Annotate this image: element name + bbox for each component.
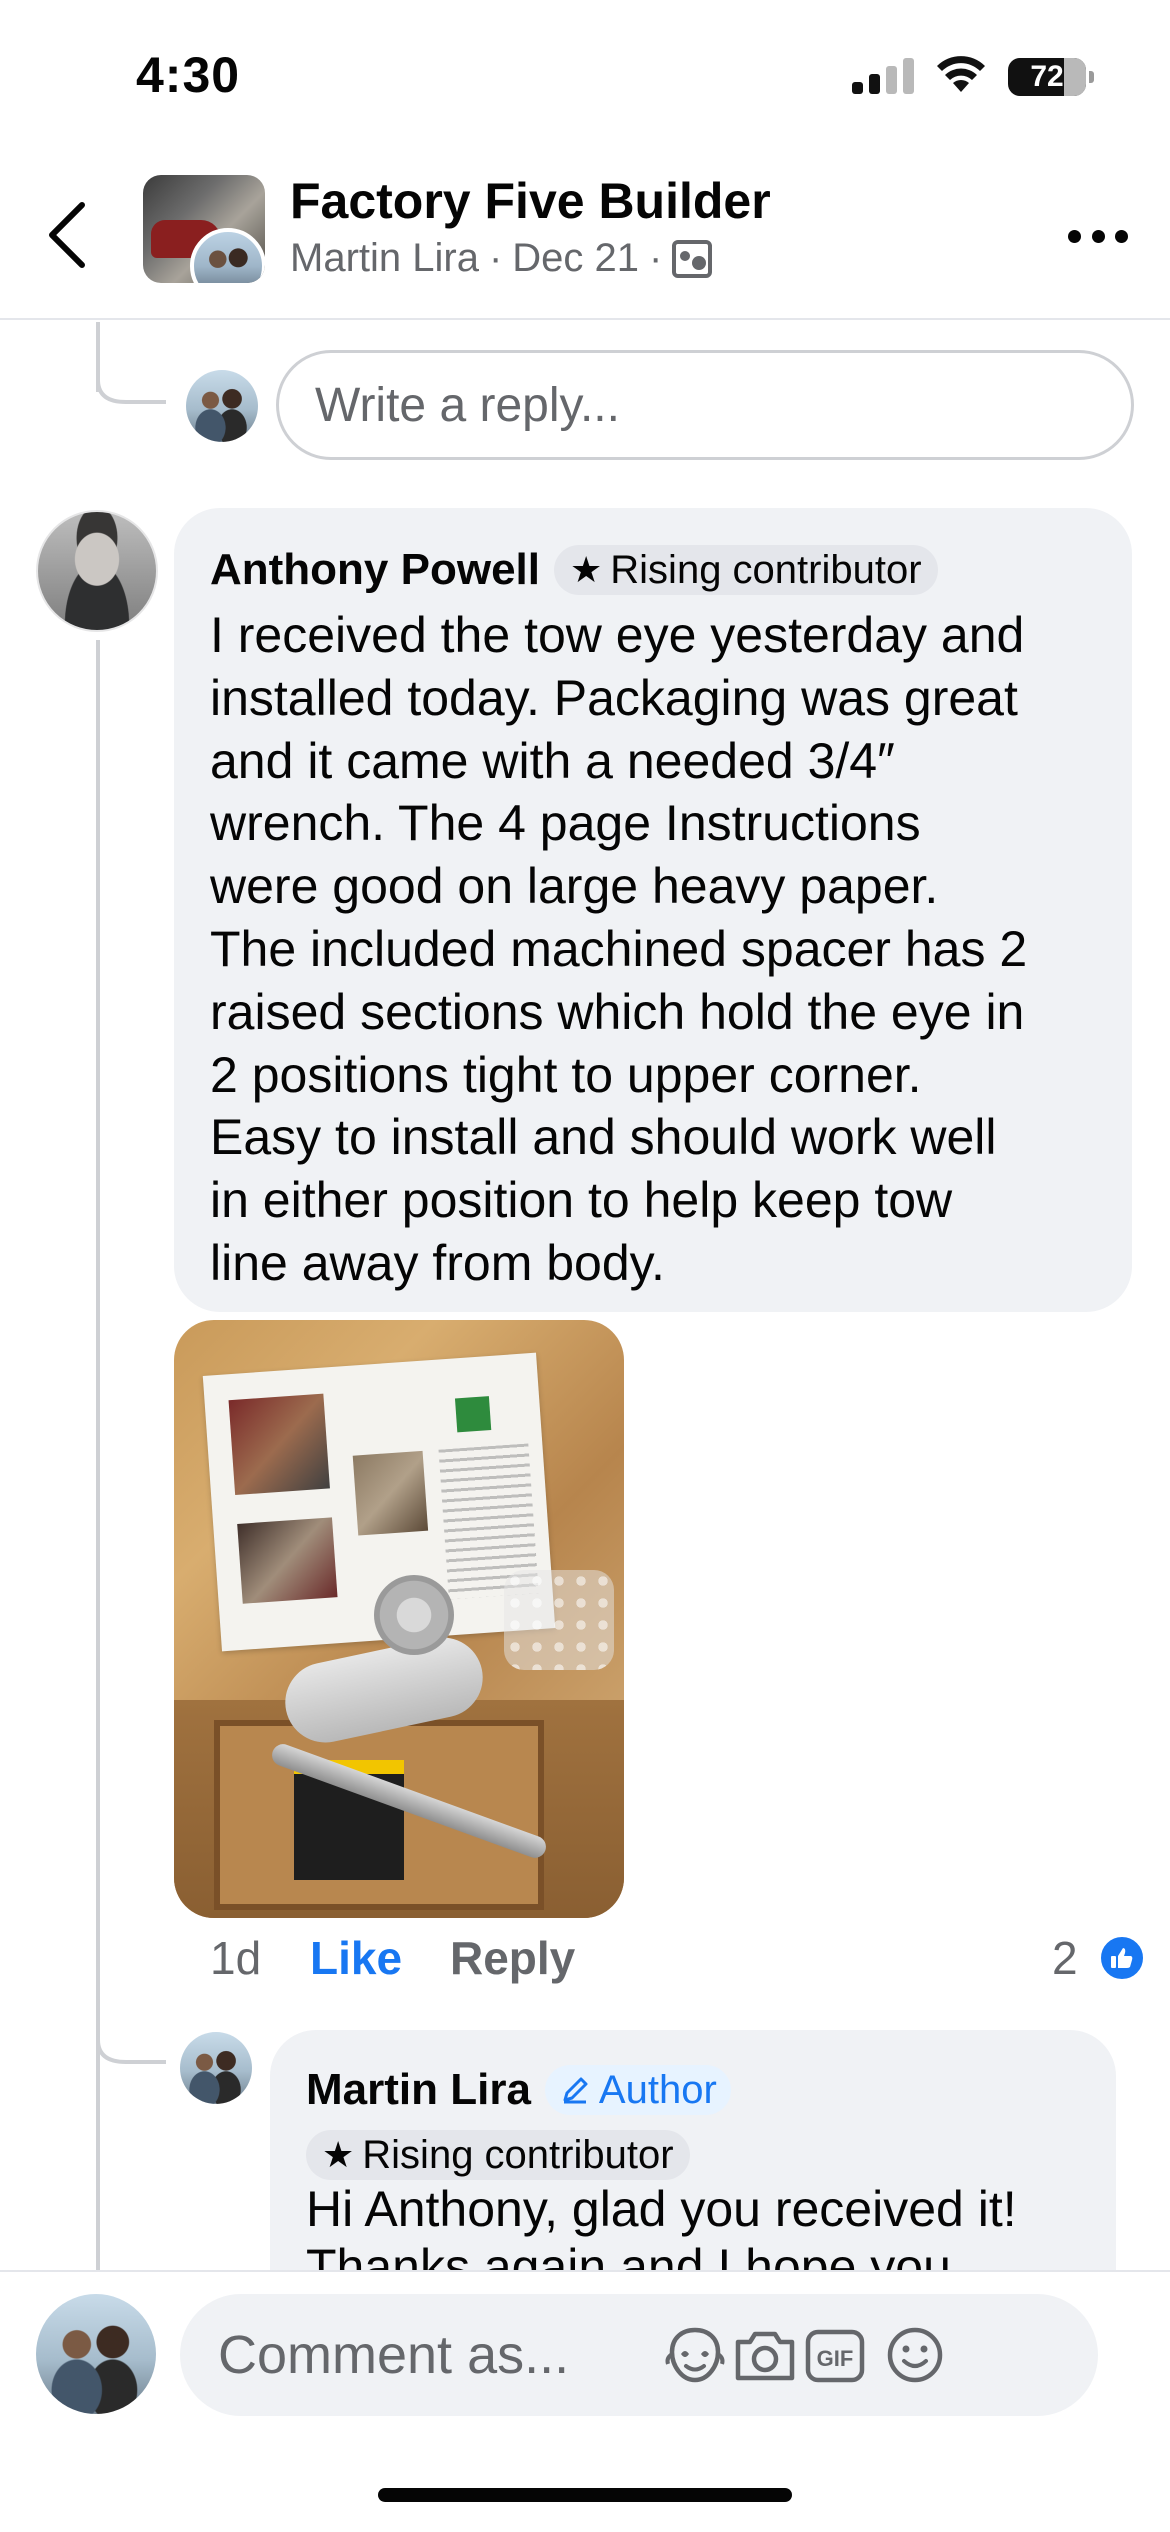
thumbs-up-icon[interactable] (1098, 1934, 1146, 1982)
post-author[interactable]: Martin Lira (290, 236, 479, 281)
post-date: Dec 21 (512, 236, 640, 280)
group-thumbnail[interactable] (143, 175, 265, 283)
star-icon: ★ (570, 549, 603, 590)
emoji-icon[interactable] (882, 2324, 948, 2386)
badge-label: Rising contributor (610, 547, 922, 592)
camera-icon[interactable] (732, 2324, 798, 2386)
meta-separator: · (649, 236, 663, 280)
reply-placeholder: Write a reply... (315, 378, 620, 432)
cellular-signal-icon (852, 58, 914, 94)
current-user-avatar (36, 2294, 156, 2414)
battery-icon: 72 (1008, 58, 1094, 96)
contributor-badge[interactable]: ★ Rising contributor (306, 2130, 690, 2180)
comment-time: 1d (210, 1932, 262, 1984)
group-privacy-icon (672, 239, 713, 278)
avatar-sticker-icon[interactable] (662, 2324, 728, 2386)
more-options-button[interactable] (1068, 230, 1128, 250)
reply-author[interactable]: Martin Lira (306, 2065, 531, 2115)
comment-photo[interactable] (174, 1320, 624, 1918)
reply-input[interactable]: Write a reply... (276, 350, 1134, 460)
home-indicator[interactable] (378, 2488, 792, 2502)
post-meta: Martin Lira · Dec 21 · (290, 236, 713, 281)
like-button[interactable]: Like (310, 1930, 402, 1986)
dot-icon (1068, 230, 1081, 243)
author-badge-label: Author (598, 2067, 717, 2112)
meta-separator: · (488, 236, 503, 280)
star-icon: ★ (322, 2134, 355, 2175)
comment-bubble: Anthony Powell ★ Rising contributor I re… (174, 508, 1132, 1312)
status-time: 4:30 (136, 47, 241, 103)
reply-button[interactable]: Reply (450, 1930, 575, 1986)
dot-icon (1091, 230, 1105, 243)
thread-curve (96, 2000, 166, 2064)
dot-icon (1115, 230, 1128, 243)
comment-text: I received the tow eye yesterday and ins… (210, 607, 1028, 1291)
contributor-badge[interactable]: ★ Rising contributor (554, 545, 938, 595)
reply-author-avatar[interactable] (180, 2032, 252, 2104)
status-bar: 4:30 72 (0, 0, 1170, 150)
author-badge: Author (544, 2065, 731, 2115)
commenter-avatar[interactable] (36, 510, 158, 632)
svg-text:GIF: GIF (817, 2346, 854, 2371)
reply-author-row: Martin Lira Author (306, 2060, 1080, 2120)
comment-composer: Comment as... GIF (0, 2270, 1170, 2532)
post-header: Factory Five Builder Martin Lira · Dec 2… (0, 150, 1170, 320)
wifi-icon (937, 56, 985, 92)
battery-level: 72 (1030, 60, 1064, 93)
badge-label: Rising contributor (362, 2132, 674, 2177)
reaction-count[interactable]: 2 (1052, 1930, 1078, 1986)
pencil-icon (563, 2077, 588, 2104)
user-avatar (186, 370, 258, 442)
comment-author[interactable]: Anthony Powell (210, 545, 540, 595)
group-title[interactable]: Factory Five Builder (290, 172, 771, 230)
comment-author-row: Anthony Powell ★ Rising contributor (210, 540, 1096, 600)
comment-input[interactable]: Comment as... GIF (180, 2294, 1098, 2416)
comment-placeholder: Comment as... (218, 2325, 570, 2385)
back-chevron-icon[interactable] (40, 195, 100, 275)
gif-icon[interactable]: GIF (802, 2324, 868, 2386)
thread-curve (96, 360, 166, 404)
